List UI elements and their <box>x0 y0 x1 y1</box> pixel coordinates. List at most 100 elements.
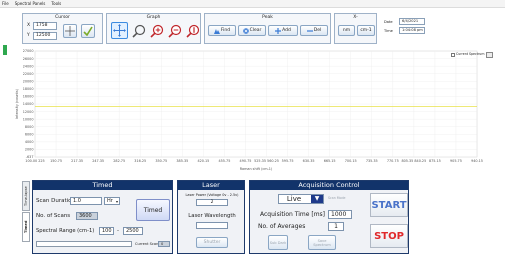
x-tick-label: 735.35 <box>366 159 378 163</box>
sub-dark-button[interactable]: Sub Dark <box>268 235 288 250</box>
graph-zoom-in-button[interactable] <box>149 22 165 39</box>
laser-wavelength-label: Laser Wavelength <box>188 213 236 219</box>
graph-pan-button[interactable] <box>111 22 128 39</box>
range-max-input[interactable]: 2500 <box>123 227 143 235</box>
cursor-snap-button[interactable] <box>81 24 95 38</box>
current-spectrum-label: Current Spectrum <box>456 52 485 56</box>
units-group-title: X- <box>353 15 358 20</box>
y-tick-label: 2000 <box>25 148 34 152</box>
time-field: 1:04:08 pm <box>399 27 425 34</box>
graph-zoom-fit-button[interactable] <box>185 22 201 39</box>
timed-button-label: Timed <box>143 206 163 214</box>
x-tick-label: 875.15 <box>429 159 441 163</box>
current-scan-field: 0 <box>158 241 170 247</box>
mode-value: Live <box>286 195 302 203</box>
status-indicator <box>3 45 7 55</box>
graph-group: Graph <box>106 13 201 44</box>
x-tick-label: 217.35 <box>71 159 83 163</box>
spectral-range-label: Spectral Range (cm-1) <box>36 228 95 234</box>
timed-panel: Timed Scan Duration 1.0 Hr ▾ No. of Scans… <box>32 180 173 254</box>
units-nm-button[interactable]: nm <box>338 25 355 36</box>
start-button[interactable]: START <box>370 193 408 217</box>
acq-time-label: Acquisition Time [ms] <box>260 211 326 218</box>
start-button-label: START <box>371 199 407 211</box>
x-tick-label: 940.15 <box>471 159 483 163</box>
scan-duration-input[interactable]: 1.0 <box>70 197 102 205</box>
tab-timelapse[interactable]: Time-lapse <box>22 181 30 211</box>
y-tick-label: 8000 <box>25 125 34 129</box>
zoom-fit-icon <box>186 24 200 38</box>
num-scans-label: No. of Scans <box>36 213 71 219</box>
x-tick-label: 630.35 <box>303 159 315 163</box>
x-axis-label: Raman shift (cm-1) <box>240 167 273 171</box>
peak-find-button[interactable]: Find <box>208 25 236 36</box>
sub-dark-label: Sub Dark <box>269 240 287 245</box>
y-axis-label: Intensity (counts) <box>15 88 19 118</box>
laser-wavelength-input[interactable] <box>196 222 228 229</box>
laser-power-input[interactable]: 2 <box>196 199 228 206</box>
x-tick-label: 385.35 <box>176 159 188 163</box>
peak-del-label: Del <box>313 28 322 33</box>
cursor-x-field[interactable]: 1758 <box>33 22 57 30</box>
timed-button[interactable]: Timed <box>136 199 170 221</box>
tab-timed[interactable]: Timed <box>22 212 30 242</box>
range-separator: - <box>117 228 119 234</box>
menu-file[interactable]: File <box>2 0 9 7</box>
shutter-button[interactable]: Shutter <box>196 237 228 248</box>
peak-clear-button[interactable]: Clear <box>238 25 266 36</box>
graph-group-title: Graph <box>146 15 161 20</box>
averages-label: No. of Averages <box>258 223 306 230</box>
current-scan-label: Current Scan <box>135 242 159 246</box>
cursor-y-field[interactable]: 12500 <box>33 32 57 40</box>
peak-add-button[interactable]: Add <box>268 25 298 36</box>
menu-spectral-panels[interactable]: Spectral Panels <box>15 0 46 7</box>
crosshair-icon <box>65 26 75 36</box>
acq-time-input[interactable]: 1000 <box>328 210 352 219</box>
find-peaks-icon <box>213 28 220 34</box>
shutter-button-label: Shutter <box>203 239 221 245</box>
peak-del-button[interactable]: Del <box>300 25 328 36</box>
scan-progress-bar <box>36 241 132 247</box>
averages-input[interactable]: 1 <box>328 222 344 231</box>
chevron-down-icon: ▾ <box>115 199 118 204</box>
peak-clear-label: Clear <box>249 28 262 33</box>
y-tick-label: 16000 <box>23 95 34 99</box>
graph-zoom-out-button[interactable] <box>167 22 183 39</box>
mode-select[interactable]: Live ▼ <box>278 194 324 204</box>
x-tick-label: 905.75 <box>450 159 462 163</box>
units-nm-label: nm <box>342 28 351 33</box>
y-tick-label: 18000 <box>23 87 34 91</box>
units-cm-button[interactable]: cm-1 <box>357 25 375 36</box>
y-tick-label: 4000 <box>25 140 34 144</box>
range-min-input[interactable]: 100 <box>99 227 114 235</box>
cursor-y-label: Y <box>27 33 30 38</box>
tab-timed-label: Timed <box>24 220 28 234</box>
minus-icon <box>306 29 313 32</box>
acquisition-panel: Acquisition Control Live ▼ Scan Mode Acqu… <box>249 180 409 254</box>
laser-panel-title: Laser <box>178 181 244 190</box>
cursor-x-label: X <box>27 23 31 28</box>
y-tick-label: 14000 <box>23 102 34 106</box>
y-tick-label: 27000 <box>23 49 34 53</box>
graph-zoom-button[interactable] <box>131 22 147 39</box>
x-tick-label: 665.15 <box>324 159 336 163</box>
y-tick-label: 22000 <box>23 72 34 76</box>
spectrum-chart[interactable]: 27000 26000 24000 22000 20000 18000 16000 14000… <box>13 47 485 175</box>
laser-panel: Laser Laser Power (Voltage 0v - 2.5v) 2 … <box>177 180 245 254</box>
peak-find-label: Find <box>220 28 231 33</box>
y-tick-label: 12000 <box>23 110 34 114</box>
current-spectrum-checkbox[interactable] <box>451 53 455 57</box>
save-spectrum-button[interactable]: Save Spectrum <box>308 235 336 250</box>
scan-unit-value: Hr <box>107 198 113 204</box>
x-tick-label: 770.75 <box>387 159 399 163</box>
stop-button[interactable]: STOP <box>370 224 408 248</box>
menu-tools[interactable]: Tools <box>51 0 61 7</box>
x-tick-label: 525.35 560.25 <box>254 159 279 163</box>
x-tick-label: 455.75 <box>218 159 230 163</box>
scan-unit-select[interactable]: Hr ▾ <box>104 197 120 205</box>
save-spectrum-label: Save Spectrum <box>313 238 331 247</box>
x-tick-label: 595.75 <box>282 159 294 163</box>
zoom-out-icon <box>168 24 182 38</box>
timed-panel-title: Timed <box>33 181 172 190</box>
cursor-crosshair-button[interactable] <box>63 24 77 38</box>
